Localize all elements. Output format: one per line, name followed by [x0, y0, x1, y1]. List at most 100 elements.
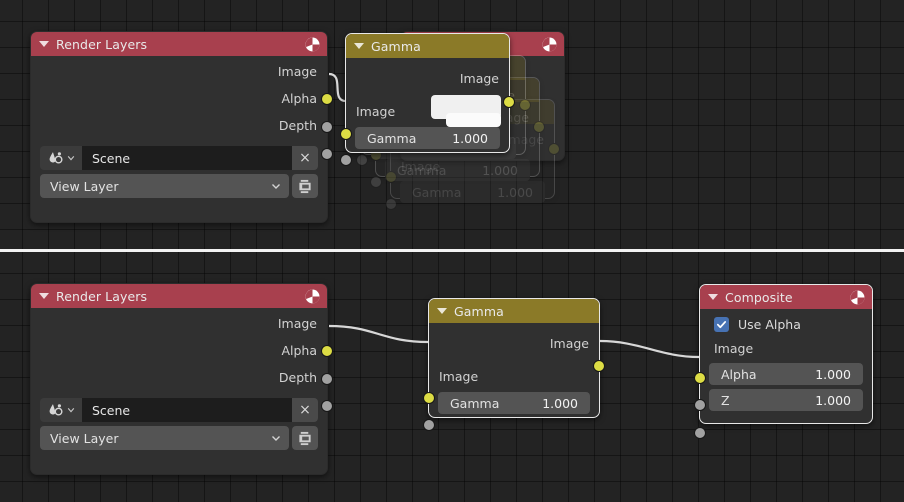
node-header-gamma[interactable]: Gamma [346, 34, 509, 58]
view-layer-dropdown[interactable]: View Layer [40, 426, 289, 450]
output-label-alpha: Alpha [281, 91, 317, 106]
socket-input-image[interactable] [340, 128, 352, 140]
close-icon[interactable]: × [292, 398, 318, 422]
node-body-composite: Use Alpha Image Alpha 1.000 Z 1.000 [700, 309, 872, 411]
node-header-composite[interactable]: Composite [700, 285, 872, 309]
bottom-node-editor[interactable]: Render Layers Image Alpha Depth [0, 252, 904, 502]
socket-output-image[interactable] [321, 345, 333, 357]
socket-input-gamma[interactable] [340, 154, 352, 166]
output-row-alpha: Alpha [31, 85, 327, 112]
output-label-image: Image [460, 71, 499, 86]
node-title: Render Layers [56, 289, 304, 304]
checkmark-icon [716, 319, 727, 330]
node-header-gamma[interactable]: Gamma [429, 299, 599, 323]
node-title: Gamma [371, 39, 503, 54]
socket-output-alpha[interactable] [321, 121, 333, 133]
node-header-render-layers[interactable]: Render Layers [31, 284, 327, 308]
chevron-down-icon [67, 154, 75, 162]
compositor-node-icon [304, 288, 321, 305]
alpha-value-slider[interactable]: Alpha 1.000 [709, 363, 863, 385]
view-layer-selector[interactable]: View Layer [40, 426, 318, 450]
z-value: 1.000 [815, 393, 851, 408]
node-composite-bottom[interactable]: Composite Use Alpha [699, 284, 873, 424]
node-title: Composite [725, 290, 849, 305]
alpha-value: 1.000 [815, 367, 851, 382]
triangle-down-icon[interactable] [437, 308, 447, 314]
gamma-value-slider[interactable]: Gamma 1.000 [438, 392, 590, 414]
scene-datablock-icon[interactable] [40, 146, 82, 170]
socket-output-image[interactable] [503, 96, 515, 108]
socket-output-depth[interactable] [321, 148, 333, 160]
gamma-label: Gamma [450, 396, 542, 411]
socket-input-image[interactable] [423, 392, 435, 404]
gamma-value-slider[interactable]: Gamma 1.000 [355, 127, 500, 149]
gamma-label: Gamma [367, 131, 452, 146]
node-title: Gamma [454, 304, 593, 319]
socket-input-z[interactable] [694, 427, 706, 439]
output-label-depth: Depth [279, 118, 317, 133]
output-row-image: Image [31, 58, 327, 85]
node-gamma-bottom[interactable]: Gamma Image Image Gamma 1.000 [428, 298, 600, 418]
node-render-layers-top[interactable]: Render Layers Image Alpha Depth [30, 31, 328, 223]
view-layer-label: View Layer [50, 431, 271, 446]
output-label-image: Image [550, 336, 589, 351]
socket-input-gamma [385, 198, 397, 210]
triangle-down-icon[interactable] [39, 41, 49, 47]
node-body-gamma: Image Image Gamma 1.000 [429, 323, 599, 414]
gamma-value: 1.000 [452, 131, 488, 146]
output-row-image: Image [429, 325, 599, 361]
node-body-render-layers: Image Alpha Depth S [31, 56, 327, 198]
input-row-image: Image [429, 361, 599, 391]
gamma-value: 1.000 [497, 185, 533, 200]
socket-output-alpha[interactable] [321, 373, 333, 385]
render-layer-icon[interactable] [292, 174, 318, 198]
input-label-image: Image [356, 104, 395, 119]
gamma-value: 1.000 [482, 163, 518, 178]
output-label-image: Image [278, 316, 317, 331]
z-label: Z [721, 393, 815, 408]
socket-input-gamma[interactable] [423, 419, 435, 431]
input-label-image: Image [439, 369, 478, 384]
output-label-depth: Depth [279, 370, 317, 385]
close-icon[interactable]: × [292, 146, 318, 170]
view-layer-dropdown[interactable]: View Layer [40, 174, 289, 198]
top-node-editor[interactable]: Render Layers Image Alpha Depth [0, 0, 904, 249]
triangle-down-icon[interactable] [39, 293, 49, 299]
scene-selector[interactable]: Scene × [40, 146, 318, 170]
node-header-render-layers[interactable]: Render Layers [31, 32, 327, 56]
gamma-value: 1.000 [542, 396, 578, 411]
node-gamma-top-active[interactable]: Gamma Image Image Gamma 1.000 [345, 33, 510, 153]
triangle-down-icon[interactable] [354, 43, 364, 49]
z-value-slider[interactable]: Z 1.000 [709, 389, 863, 411]
use-alpha-row[interactable]: Use Alpha [700, 311, 872, 334]
view-layer-selector[interactable]: View Layer [40, 174, 318, 198]
chevron-down-icon [271, 433, 281, 443]
socket-input-image[interactable] [694, 372, 706, 384]
socket-output-image[interactable] [593, 360, 605, 372]
socket-output-image [519, 99, 531, 111]
scene-name-field[interactable]: Scene [82, 146, 292, 170]
socket-output-image [533, 121, 545, 133]
node-body-render-layers: Image Alpha Depth S [31, 308, 327, 450]
chevron-down-icon [271, 181, 281, 191]
node-render-layers-bottom[interactable]: Render Layers Image Alpha Depth [30, 283, 328, 475]
scene-selector[interactable]: Scene × [40, 398, 318, 422]
render-layer-icon[interactable] [292, 426, 318, 450]
input-row-image: Image [700, 334, 872, 362]
node-title: Render Layers [56, 37, 304, 52]
compositor-node-icon [849, 289, 866, 306]
socket-output-depth[interactable] [321, 400, 333, 412]
socket-input-gamma [370, 176, 382, 188]
compositor-node-icon [304, 36, 321, 53]
socket-output-image[interactable] [321, 93, 333, 105]
socket-output-image [548, 143, 560, 155]
scene-name-field[interactable]: Scene [82, 398, 292, 422]
link-renderlayers-image-to-gamma-image [329, 326, 428, 342]
use-alpha-checkbox[interactable] [714, 317, 729, 332]
scene-datablock-icon[interactable] [40, 398, 82, 422]
triangle-down-icon[interactable] [708, 294, 718, 300]
gamma-label: Gamma [397, 163, 482, 178]
socket-input-alpha[interactable] [694, 399, 706, 411]
chevron-down-icon [67, 406, 75, 414]
output-label-image: Image [278, 64, 317, 79]
